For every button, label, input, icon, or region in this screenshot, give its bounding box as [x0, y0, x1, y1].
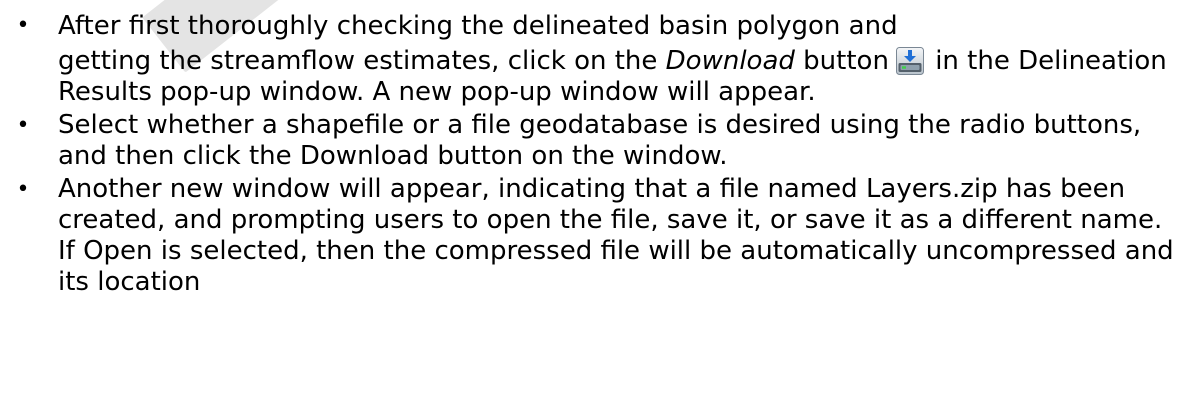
bullet-text-line: After first thoroughly checking the deli…	[58, 11, 898, 41]
bullet-text: getting the streamflow estimates, click …	[58, 46, 1179, 108]
list-item: • Select whether a shapefile or a file g…	[0, 110, 1199, 172]
bullet-marker: •	[16, 13, 30, 38]
list-item: • After first thoroughly checking the de…	[0, 0, 1199, 108]
bullet-text: Select whether a shapefile or a file geo…	[58, 110, 1142, 171]
bullet-text-segment: button	[794, 46, 889, 76]
bullet-list: • After first thoroughly checking the de…	[0, 0, 1199, 298]
download-term: Download	[665, 46, 795, 76]
document-body: • After first thoroughly checking the de…	[0, 0, 1199, 298]
bullet-marker: •	[16, 113, 30, 138]
bullet-text-segment: getting the streamflow estimates, click …	[58, 46, 666, 76]
download-icon	[895, 46, 925, 76]
list-item: • Another new window will appear, indica…	[0, 174, 1199, 298]
bullet-marker: •	[16, 177, 30, 202]
bullet-text: Another new window will appear, indicati…	[58, 174, 1174, 297]
